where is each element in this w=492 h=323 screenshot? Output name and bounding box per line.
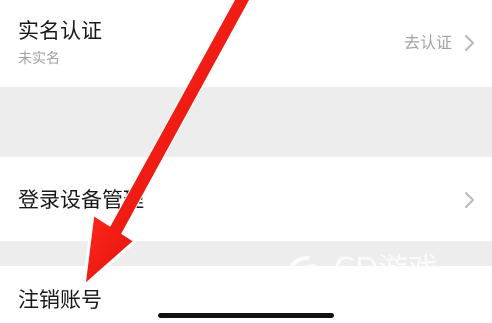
site-watermark: CD游戏 www.CD6.COM [284,248,484,308]
real-name-status: 未实名 [18,51,60,67]
home-indicator [158,313,334,318]
cancel-account-title: 注销账号 [18,288,102,312]
real-name-verification-row[interactable]: 实名认证 未实名 去认证 [0,0,492,87]
chevron-right-icon [465,192,474,208]
watermark-logo-icon [285,256,316,302]
watermark-brand: CD游戏 [334,252,439,287]
chevron-right-icon [465,35,474,51]
device-management-title: 登录设备管理 [18,188,144,212]
go-verify-link[interactable]: 去认证 [404,32,452,54]
login-device-management-row[interactable]: 登录设备管理 [0,157,492,241]
watermark-url: www.CD6.COM [334,286,424,300]
real-name-title: 实名认证 [18,19,102,43]
